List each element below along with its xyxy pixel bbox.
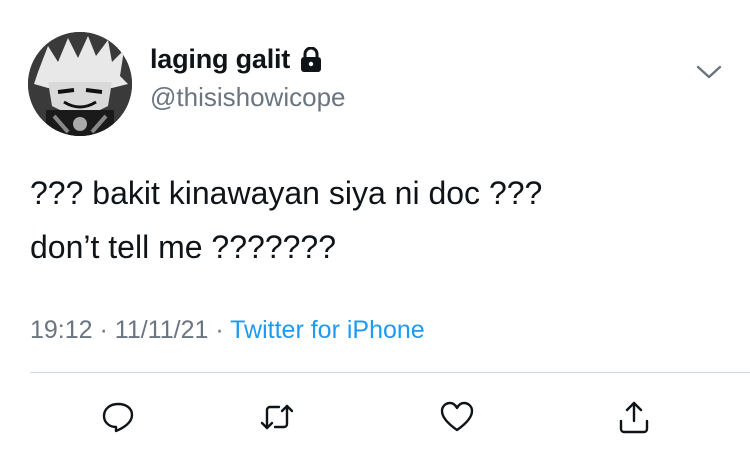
user-handle[interactable]: @thisishowicope bbox=[150, 82, 345, 113]
reply-button[interactable] bbox=[96, 395, 140, 439]
tweet-line: don’t tell me ??????? bbox=[30, 229, 336, 265]
tweet-meta: 19:12 · 11/11/21 · Twitter for iPhone bbox=[30, 316, 425, 345]
avatar-image bbox=[28, 32, 132, 136]
tweet-card: laging galit @thisishowicope ??? bakit k… bbox=[0, 0, 750, 461]
chevron-down-icon[interactable] bbox=[695, 62, 723, 82]
display-name[interactable]: laging galit bbox=[150, 44, 290, 75]
tweet-line: ??? bakit kinawayan siya ni doc ??? bbox=[30, 175, 543, 211]
tweet-date[interactable]: 11/11/21 bbox=[115, 316, 209, 344]
lock-icon bbox=[300, 46, 322, 73]
tweet-source-link[interactable]: Twitter for iPhone bbox=[230, 316, 425, 344]
share-button[interactable] bbox=[612, 395, 656, 439]
retweet-icon bbox=[260, 404, 294, 430]
retweet-button[interactable] bbox=[255, 395, 299, 439]
tweet-time[interactable]: 19:12 bbox=[30, 316, 93, 344]
meta-separator: · bbox=[92, 316, 115, 344]
display-name-row: laging galit bbox=[150, 44, 322, 75]
avatar[interactable] bbox=[28, 32, 132, 136]
heart-icon bbox=[440, 401, 474, 432]
meta-separator: · bbox=[208, 316, 231, 344]
tweet-text: ??? bakit kinawayan siya ni doc ??? don’… bbox=[30, 166, 720, 274]
divider bbox=[30, 372, 750, 373]
like-button[interactable] bbox=[435, 395, 479, 439]
reply-icon bbox=[102, 402, 134, 433]
share-icon bbox=[619, 401, 649, 434]
